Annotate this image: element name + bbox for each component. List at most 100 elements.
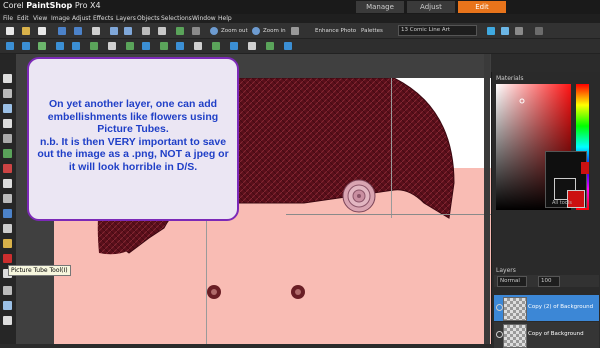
toolbar-icon-6[interactable]: [90, 42, 98, 50]
standard-toolbar: Zoom out Zoom in Enhance Photo Palettes …: [0, 23, 600, 39]
new-file-icon[interactable]: [6, 27, 14, 35]
layer-thumbnail: [503, 324, 527, 348]
layers-palette: Layers Normal 100 Copy (2) of Background…: [491, 265, 600, 348]
eraser-tool-icon[interactable]: [3, 239, 12, 248]
menu-help[interactable]: Help: [218, 14, 232, 23]
toolbar-icon-4[interactable]: [56, 42, 64, 50]
save-as-icon[interactable]: [74, 27, 82, 35]
menu-layers[interactable]: Layers: [116, 14, 136, 23]
undo-icon[interactable]: [110, 27, 118, 35]
app-title: Corel PaintShop Pro X4: [3, 1, 101, 10]
tool-options-icon[interactable]: [515, 27, 523, 35]
visibility-eye-icon[interactable]: [496, 331, 503, 338]
toolbar-icon-14[interactable]: [230, 42, 238, 50]
paint-brush-tool-icon[interactable]: [3, 209, 12, 218]
shape-tool-icon[interactable]: [3, 301, 12, 310]
menu-bar: File Edit View Image Adjust Effects Laye…: [0, 14, 600, 23]
recent-color-swatch[interactable]: [581, 162, 589, 174]
menu-window[interactable]: Window: [192, 14, 216, 23]
layer-row[interactable]: Copy of Background: [494, 322, 599, 348]
font-select[interactable]: 13 Comic Line Art: [398, 25, 477, 36]
tools-toolbar: [0, 54, 16, 344]
tab-manage[interactable]: Manage: [356, 1, 404, 13]
tab-adjust[interactable]: Adjust: [407, 1, 455, 13]
pan-tool-icon[interactable]: [3, 74, 12, 83]
browse-icon[interactable]: [38, 27, 46, 35]
dropper-tool-icon[interactable]: [3, 119, 12, 128]
play-icon[interactable]: [487, 27, 495, 35]
fill-tool-icon[interactable]: [3, 286, 12, 295]
enhance-photo-button[interactable]: Enhance Photo: [315, 27, 356, 35]
menu-edit[interactable]: Edit: [17, 14, 29, 23]
crop-tool-icon[interactable]: [3, 134, 12, 143]
toolbar-icon-10[interactable]: [160, 42, 168, 50]
selection-tool-icon[interactable]: [3, 104, 12, 113]
window-icon[interactable]: [535, 27, 543, 35]
opacity-field[interactable]: 100: [538, 276, 560, 287]
toolbar-icon-15[interactable]: [248, 42, 256, 50]
toolbar-icon-5[interactable]: [72, 42, 80, 50]
redo-icon[interactable]: [124, 27, 132, 35]
tab-edit[interactable]: Edit: [458, 1, 506, 13]
layers-title: Layers: [496, 267, 516, 274]
visibility-eye-icon[interactable]: [496, 304, 503, 311]
crop-icon[interactable]: [192, 27, 200, 35]
help-icon[interactable]: [501, 27, 509, 35]
menu-view[interactable]: View: [33, 14, 47, 23]
makeover-tool-icon[interactable]: [3, 179, 12, 188]
title-bar: Corel PaintShop Pro X4 Manage Adjust Edi…: [0, 0, 600, 14]
toolbar-icon-3[interactable]: [38, 42, 46, 50]
instruction-callout: On yet another layer, one can add embell…: [27, 57, 239, 221]
lighten-tool-icon[interactable]: [3, 224, 12, 233]
toolbar-icon-16[interactable]: [266, 42, 274, 50]
toolbar-icon-9[interactable]: [142, 42, 150, 50]
zoom-out-label[interactable]: Zoom out: [221, 27, 248, 35]
paste-icon[interactable]: [158, 27, 166, 35]
menu-image[interactable]: Image: [51, 14, 70, 23]
blend-mode-select[interactable]: Normal: [497, 276, 527, 287]
more-tools-icon[interactable]: [291, 27, 299, 35]
zoom-out-icon[interactable]: [210, 27, 218, 35]
toolbar-icon-13[interactable]: [212, 42, 220, 50]
materials-title: Materials: [496, 75, 524, 82]
toolbar-icon-2[interactable]: [22, 42, 30, 50]
layer-row[interactable]: Copy (2) of Background: [494, 295, 599, 321]
menu-objects[interactable]: Objects: [137, 14, 160, 23]
toolbar-icon-11[interactable]: [176, 42, 184, 50]
clone-tool-icon[interactable]: [3, 194, 12, 203]
toolbar-icon-1[interactable]: [6, 42, 14, 50]
toolbar-icon-7[interactable]: [108, 42, 116, 50]
pick-tool-icon[interactable]: [3, 89, 12, 98]
toolbar-icon-17[interactable]: [284, 42, 292, 50]
zoom-in-label[interactable]: Zoom in: [263, 27, 286, 35]
palette-toolbar: [0, 39, 600, 54]
all-tools-checkbox[interactable]: All tools: [552, 200, 572, 206]
print-icon[interactable]: [92, 27, 100, 35]
tool-tooltip: Picture Tube Tool(I): [8, 265, 71, 276]
zoom-in-icon[interactable]: [252, 27, 260, 35]
save-icon[interactable]: [58, 27, 66, 35]
pen-tool-icon[interactable]: [3, 316, 12, 325]
toolbar-icon-12[interactable]: [194, 42, 202, 50]
materials-palette: Materials All tools: [491, 72, 600, 265]
vertical-scrollbar[interactable]: [484, 54, 490, 344]
menu-file[interactable]: File: [3, 14, 13, 23]
palettes-button[interactable]: Palettes: [361, 27, 383, 35]
layer-thumbnail: [503, 297, 527, 321]
open-folder-icon[interactable]: [22, 27, 30, 35]
rose-flower: [342, 179, 376, 213]
picture-tube-tool-icon[interactable]: [3, 254, 12, 263]
copy-icon[interactable]: [142, 27, 150, 35]
callout-text: On yet another layer, one can add embell…: [37, 98, 229, 173]
layers-toolbar: Normal 100: [494, 275, 599, 287]
toolbar-icon-8[interactable]: [126, 42, 134, 50]
menu-selections[interactable]: Selections: [161, 14, 192, 23]
menu-adjust[interactable]: Adjust: [72, 14, 91, 23]
red-eye-tool-icon[interactable]: [3, 164, 12, 173]
resize-icon[interactable]: [176, 27, 184, 35]
horizontal-guide: [286, 214, 491, 215]
layer-name: Copy (2) of Background: [528, 304, 594, 310]
menu-effects[interactable]: Effects: [93, 14, 113, 23]
straighten-tool-icon[interactable]: [3, 149, 12, 158]
layer-name: Copy of Background: [528, 331, 584, 337]
